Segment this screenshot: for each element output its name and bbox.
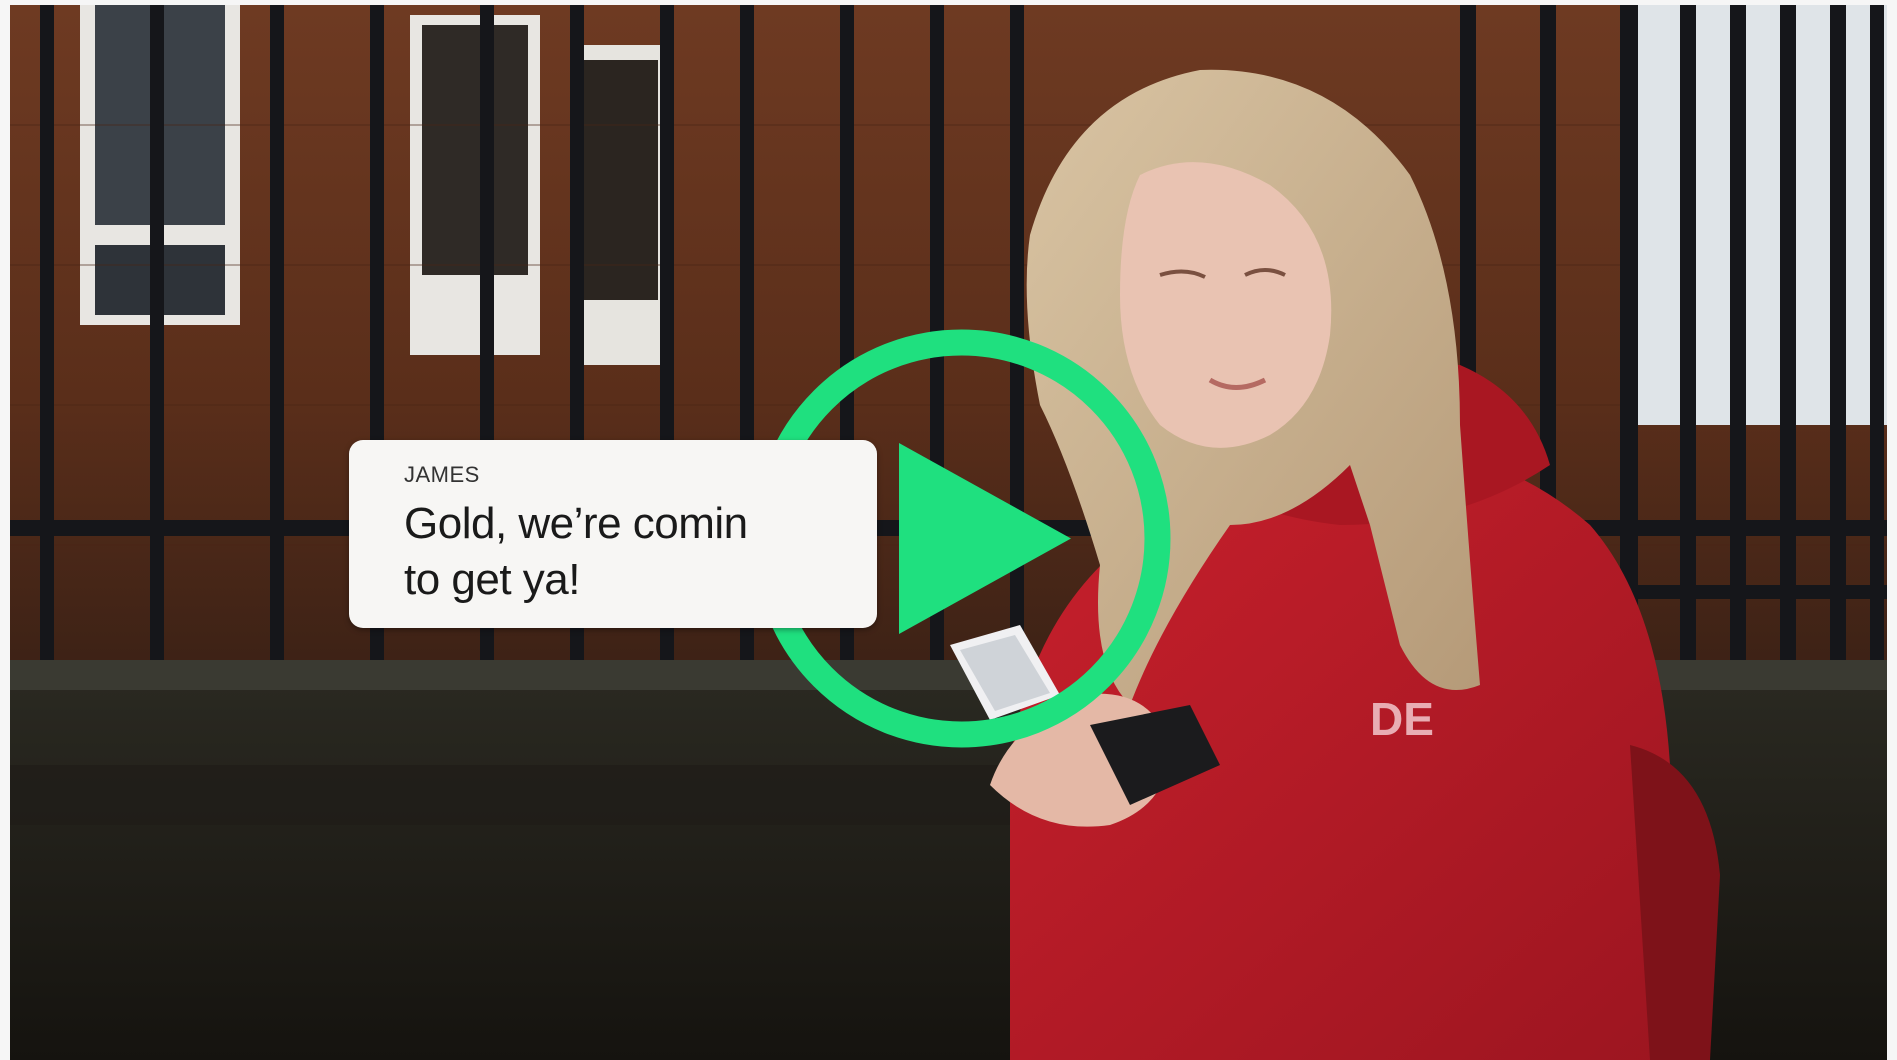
video-embed-frame: DE JAMES Gold, we’re comin to get ya! (0, 0, 1897, 1060)
svg-text:DE: DE (1370, 693, 1434, 745)
chat-message-line-2: to get ya! (404, 555, 581, 604)
video-thumbnail[interactable]: DE JAMES Gold, we’re comin to get ya! (10, 5, 1887, 1060)
chat-message-line-1: Gold, we’re comin (404, 499, 748, 548)
chat-sender-name: JAMES (404, 462, 480, 487)
chat-notification: JAMES Gold, we’re comin to get ya! (349, 440, 877, 628)
